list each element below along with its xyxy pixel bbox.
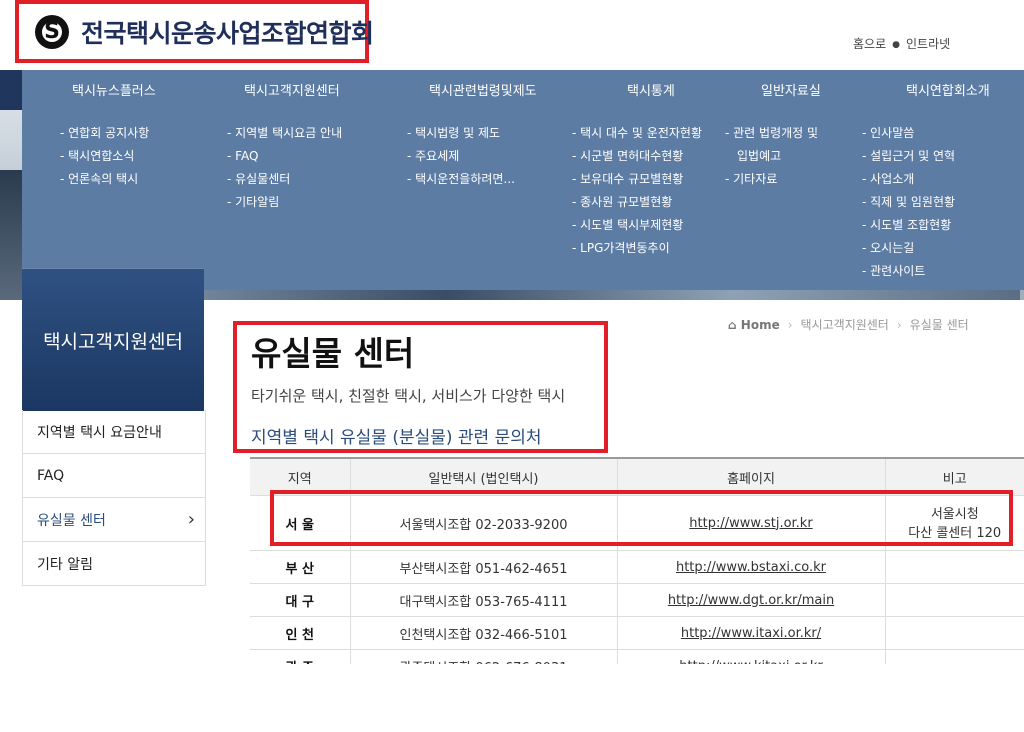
sidebar-item-label: 유실물 센터: [37, 512, 106, 529]
logo-emblem-icon: S: [35, 14, 69, 49]
page-heading-box: 유실물 센터 타기쉬운 택시, 친절한 택시, 서비스가 다양한 택시 지역별 …: [233, 321, 608, 453]
page-cutoff: [250, 664, 1024, 732]
homepage-link[interactable]: http://www.dgt.or.kr/main: [668, 593, 834, 608]
seoul-row-highlight: [270, 490, 1013, 546]
menu-item[interactable]: - 설립근거 및 연혁: [862, 145, 955, 168]
menu-item[interactable]: - 기타자료: [725, 168, 818, 191]
contact-cell: 부산택시조합 051-462-4651: [350, 550, 618, 584]
region-cell: 부 산: [250, 550, 351, 584]
menu-item[interactable]: - 오시는길: [862, 237, 955, 260]
table-row: 대 구 대구택시조합 053-765-4111 http://www.dgt.o…: [250, 583, 1024, 617]
menu-item[interactable]: - FAQ: [227, 145, 342, 168]
menu-item[interactable]: - 종사원 규모별현황: [572, 191, 702, 214]
site-logo[interactable]: S 전국택시운송사업조합연합회: [15, 0, 374, 63]
menu-item[interactable]: - 인사말씀: [862, 122, 955, 145]
section-title: 지역별 택시 유실물 (분실물) 관련 문의처: [251, 428, 542, 448]
menu-item[interactable]: - 직제 및 임원현황: [862, 191, 955, 214]
breadcrumb-item-current: 유실물 센터: [909, 318, 969, 332]
menu-item[interactable]: - 택시법령 및 제도: [407, 122, 515, 145]
home-icon: ⌂: [728, 318, 737, 332]
menu-item[interactable]: - 지역별 택시요금 안내: [227, 122, 342, 145]
mega-col-news: - 연합회 공지사항 - 택시연합소식 - 언론속의 택시: [60, 122, 149, 191]
menu-item[interactable]: - 시도별 택시부제현황: [572, 214, 702, 237]
sidebar-item-other-notice[interactable]: 기타 알림: [23, 541, 205, 585]
sidebar-title: 택시고객지원센터: [22, 268, 204, 411]
menu-item[interactable]: - 택시연합소식: [60, 145, 149, 168]
site-header: S 전국택시운송사업조합연합회 홈으로 ● 인트라넷: [0, 0, 1024, 70]
breadcrumb: ⌂ Home › 택시고객지원센터 › 유실물 센터: [728, 316, 969, 333]
chevron-right-icon: ›: [187, 509, 195, 530]
menu-item[interactable]: - 택시운전을하려면...: [407, 168, 515, 191]
menu-item[interactable]: - 언론속의 택시: [60, 168, 149, 191]
menu-item[interactable]: - LPG가격변동추이: [572, 237, 702, 260]
note-cell: [885, 583, 1024, 617]
nav-statistics[interactable]: 택시통계: [627, 70, 675, 110]
menu-item[interactable]: - 관련 법령개정 및: [725, 122, 818, 145]
homepage-cell: http://www.itaxi.or.kr/: [617, 616, 886, 650]
breadcrumb-separator-icon: ›: [896, 318, 902, 332]
menu-item-continued[interactable]: 입법예고: [725, 145, 818, 168]
breadcrumb-item[interactable]: 택시고객지원센터: [801, 318, 889, 332]
region-cell: 대 구: [250, 583, 351, 617]
mega-col-about: - 인사말씀 - 설립근거 및 연혁 - 사업소개 - 직제 및 임원현황 - …: [862, 122, 955, 283]
nav-about[interactable]: 택시연합회소개: [906, 70, 990, 110]
menu-item[interactable]: - 시도별 조합현황: [862, 214, 955, 237]
breadcrumb-home[interactable]: ⌂ Home: [728, 318, 780, 332]
page-title: 유실물 센터: [251, 334, 415, 373]
breadcrumb-separator-icon: ›: [787, 318, 793, 332]
contact-cell: 대구택시조합 053-765-4111: [350, 583, 618, 617]
nav-laws[interactable]: 택시관련법령및제도: [429, 70, 537, 110]
homepage-link[interactable]: http://www.itaxi.or.kr/: [681, 626, 821, 641]
menu-item[interactable]: - 사업소개: [862, 168, 955, 191]
top-links: 홈으로 ● 인트라넷: [853, 35, 950, 52]
menu-item[interactable]: - 시군별 면허대수현황: [572, 145, 702, 168]
nav-archive[interactable]: 일반자료실: [761, 70, 821, 110]
intranet-link[interactable]: 인트라넷: [906, 37, 950, 51]
sidebar-menu: 지역별 택시 요금안내 FAQ 유실물 센터 › 기타 알림: [22, 410, 206, 586]
homepage-cell: http://www.dgt.or.kr/main: [617, 583, 886, 617]
menu-item[interactable]: - 기타알림: [227, 191, 342, 214]
main-nav: 택시뉴스플러스 택시고객지원센터 택시관련법령및제도 택시통계 일반자료실 택시…: [22, 70, 1024, 110]
region-cell: 인 천: [250, 616, 351, 650]
sidebar-item-faq[interactable]: FAQ: [23, 453, 205, 497]
table-row: 인 천 인천택시조합 032-466-5101 http://www.itaxi…: [250, 616, 1024, 650]
sidebar-item-fare-info[interactable]: 지역별 택시 요금안내: [23, 410, 205, 453]
homepage-cell: http://www.bstaxi.co.kr: [617, 550, 886, 584]
note-cell: [885, 616, 1024, 650]
contact-cell: 인천택시조합 032-466-5101: [350, 616, 618, 650]
mega-col-statistics: - 택시 대수 및 운전자현황 - 시군별 면허대수현황 - 보유대수 규모별현…: [572, 122, 702, 260]
menu-item[interactable]: - 연합회 공지사항: [60, 122, 149, 145]
logo-text: 전국택시운송사업조합연합회: [81, 18, 374, 48]
note-cell: [885, 550, 1024, 584]
mega-menu: - 연합회 공지사항 - 택시연합소식 - 언론속의 택시 - 지역별 택시요금…: [22, 110, 1024, 290]
menu-item[interactable]: - 관련사이트: [862, 260, 955, 283]
homepage-link[interactable]: http://www.bstaxi.co.kr: [676, 560, 826, 575]
table-row: 부 산 부산택시조합 051-462-4651 http://www.bstax…: [250, 550, 1024, 584]
sidebar-item-lost-found[interactable]: 유실물 센터 ›: [23, 497, 205, 541]
home-link[interactable]: 홈으로: [853, 37, 886, 51]
menu-item[interactable]: - 주요세제: [407, 145, 515, 168]
nav-taxi-news[interactable]: 택시뉴스플러스: [72, 70, 156, 110]
nav-customer-center[interactable]: 택시고객지원센터: [244, 70, 340, 110]
menu-item[interactable]: - 유실물센터: [227, 168, 342, 191]
mega-col-laws: - 택시법령 및 제도 - 주요세제 - 택시운전을하려면...: [407, 122, 515, 191]
menu-item[interactable]: - 택시 대수 및 운전자현황: [572, 122, 702, 145]
mega-col-archive: - 관련 법령개정 및 입법예고 - 기타자료: [725, 122, 818, 191]
mega-col-customer: - 지역별 택시요금 안내 - FAQ - 유실물센터 - 기타알림: [227, 122, 342, 214]
page-subtitle: 타기쉬운 택시, 친절한 택시, 서비스가 다양한 택시: [251, 387, 566, 405]
separator-dot-icon: ●: [892, 39, 900, 50]
menu-item[interactable]: - 보유대수 규모별현황: [572, 168, 702, 191]
